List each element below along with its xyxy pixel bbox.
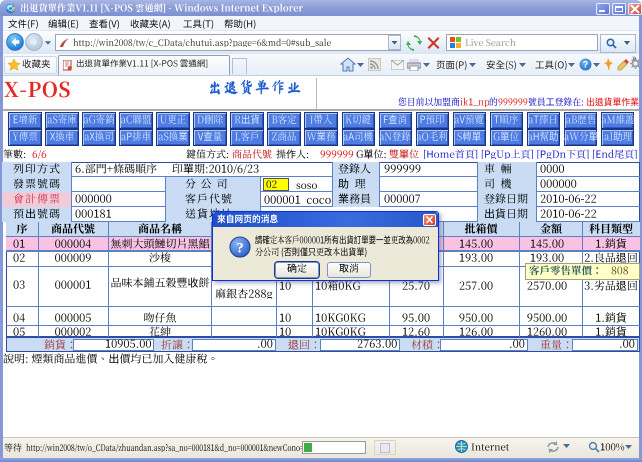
svg-text:?: ? <box>583 60 589 70</box>
svg-text:?: ? <box>236 241 243 257</box>
